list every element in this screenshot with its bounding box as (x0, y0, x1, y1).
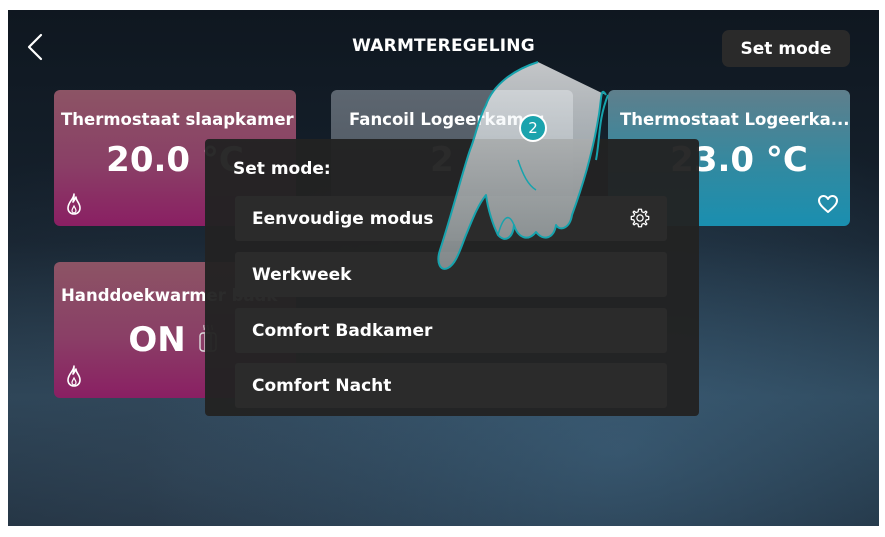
mode-option-werkweek[interactable]: Werkweek (235, 252, 667, 297)
step-badge: 2 (519, 114, 547, 142)
mode-option-comfort-badkamer[interactable]: Comfort Badkamer (235, 308, 667, 353)
set-mode-button[interactable]: Set mode (722, 30, 850, 67)
mode-option-label: Comfort Badkamer (252, 320, 433, 341)
set-mode-popup: Set mode: Eenvoudige modus Werkweek Comf… (205, 139, 699, 416)
flame-icon (67, 193, 81, 215)
heating-screen: WARMTEREGELING Set mode Thermostaat slaa… (8, 10, 879, 526)
tile-name: Fancoil Logeerkamer (349, 110, 544, 129)
mode-option-comfort-nacht[interactable]: Comfort Nacht (235, 363, 667, 408)
tile-name: Thermostaat Logeerka... (620, 110, 850, 129)
heart-icon[interactable] (817, 194, 839, 214)
tile-name: Thermostaat slaapkamer (61, 110, 294, 129)
gear-icon[interactable] (629, 207, 651, 229)
mode-option-label: Werkweek (252, 264, 352, 285)
mode-option-eenvoudige-modus[interactable]: Eenvoudige modus (235, 196, 667, 241)
popup-title: Set mode: (233, 159, 331, 179)
mode-option-label: Comfort Nacht (252, 375, 392, 396)
flame-icon (67, 365, 81, 387)
mode-option-label: Eenvoudige modus (252, 208, 434, 229)
